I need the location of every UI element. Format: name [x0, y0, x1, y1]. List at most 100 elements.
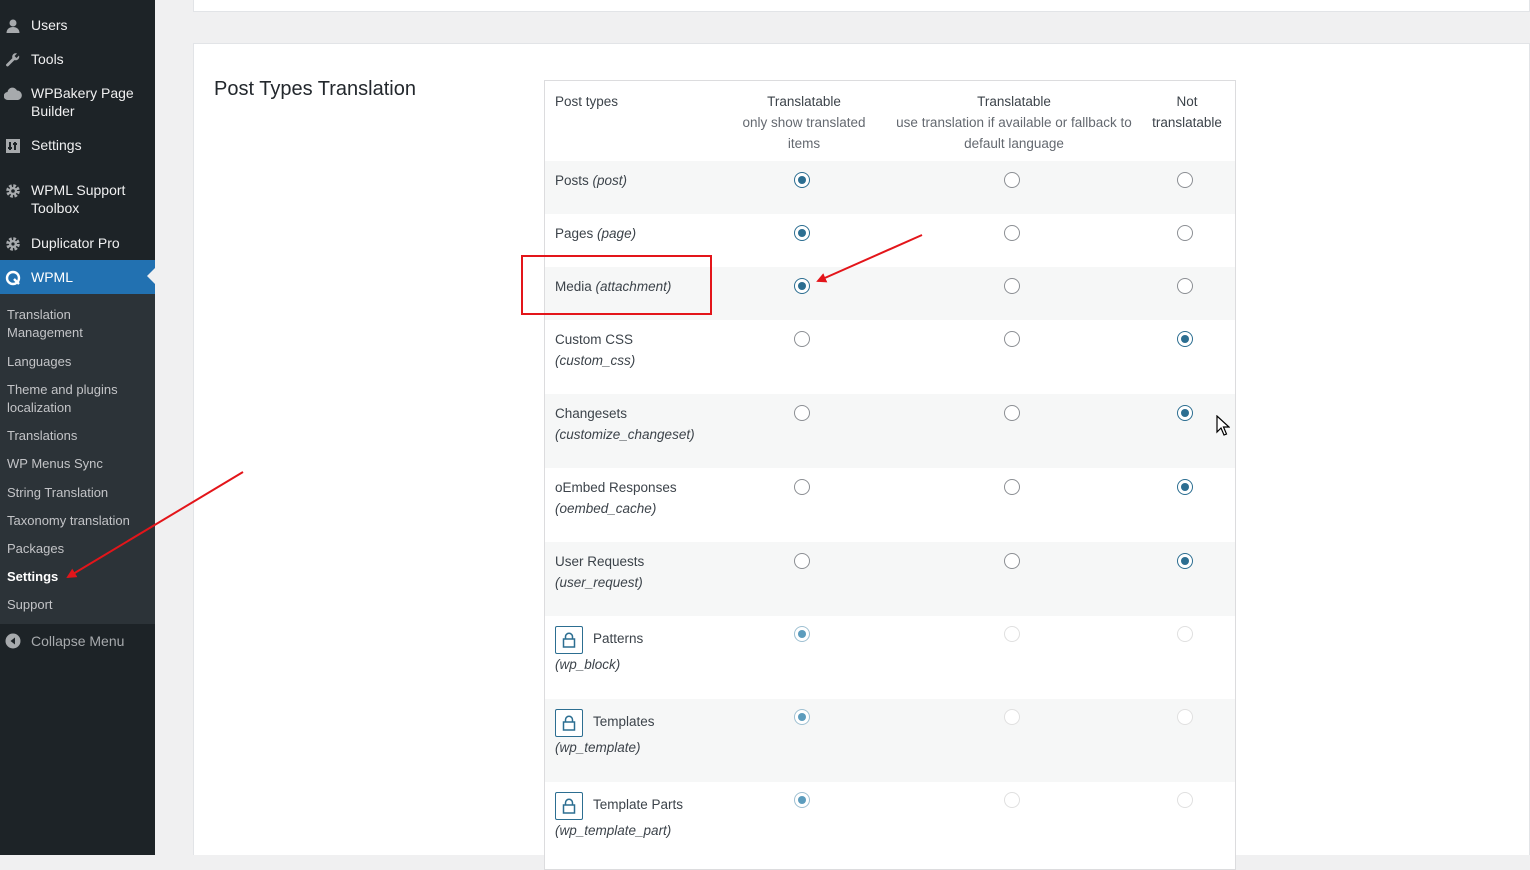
post-type-slug-cell: (wp_block)	[555, 654, 620, 675]
radio-translatable-fallback[interactable]	[1004, 405, 1020, 421]
radio-translatable-fallback[interactable]	[1004, 225, 1020, 241]
sidebar-item-wpml[interactable]: WPML	[0, 260, 155, 294]
radio-translatable-fallback	[1004, 792, 1020, 808]
radio-translatable-only	[794, 626, 810, 642]
header-translatable-only: Translatable only show translated items	[732, 91, 876, 154]
wpml-submenu: Translation Management Languages Theme a…	[0, 294, 155, 624]
radio-translatable-only	[794, 709, 810, 725]
user-icon	[4, 17, 22, 35]
post-type-label: User Requests	[555, 554, 645, 569]
radio-translatable-fallback[interactable]	[1004, 331, 1020, 347]
sidebar-item-label: WPML	[31, 269, 73, 285]
submenu-item-support[interactable]: Support	[7, 596, 147, 614]
submenu-item-theme-localization[interactable]: Theme and plugins localization	[7, 381, 147, 417]
lock-icon[interactable]	[555, 709, 583, 737]
post-type-label: Patterns	[593, 631, 644, 646]
post-type-name: Pages (page)	[555, 223, 636, 244]
sidebar-item-wpbakery[interactable]: WPBakery Page Builder	[0, 84, 155, 120]
radio-translatable-fallback[interactable]	[1004, 278, 1020, 294]
sidebar-item-settings[interactable]: Settings	[0, 136, 155, 155]
radio-not-translatable[interactable]	[1177, 172, 1193, 188]
radio-not-translatable[interactable]	[1177, 553, 1193, 569]
settings-icon	[4, 137, 22, 155]
post-type-slug: (custom_css)	[555, 353, 636, 368]
submenu-item-taxonomy-translation[interactable]: Taxonomy translation	[7, 512, 147, 530]
table-header: Post types Translatable only show transl…	[545, 81, 1235, 162]
wrench-icon	[4, 51, 22, 69]
post-type-label: Template Parts	[593, 797, 684, 812]
submenu-item-translations[interactable]: Translations	[7, 427, 147, 445]
radio-not-translatable[interactable]	[1177, 225, 1193, 241]
radio-not-translatable[interactable]	[1177, 405, 1193, 421]
mouse-cursor-icon	[1216, 415, 1230, 436]
radio-translatable-fallback[interactable]	[1004, 479, 1020, 495]
lock-icon[interactable]	[555, 626, 583, 654]
post-type-slug: (user_request)	[555, 575, 643, 590]
table-row: User Requests (user_request)	[545, 542, 1235, 616]
sidebar-item-label: Settings	[31, 137, 82, 153]
sidebar-item-wpml-support-toolbox[interactable]: WPML Support Toolbox	[0, 181, 155, 217]
post-type-name: Templates	[593, 711, 655, 732]
submenu-item-string-translation[interactable]: String Translation	[7, 484, 147, 502]
radio-translatable-only[interactable]	[794, 405, 810, 421]
table-row: (wp_template_part) Template Parts	[545, 782, 1235, 865]
post-type-label: Posts	[555, 173, 589, 188]
sidebar-item-duplicator-pro[interactable]: Duplicator Pro	[0, 234, 155, 253]
submenu-item-settings[interactable]: Settings	[7, 568, 147, 586]
radio-translatable-fallback[interactable]	[1004, 553, 1020, 569]
radio-translatable-only[interactable]	[794, 172, 810, 188]
sidebar-item-users[interactable]: Users	[0, 16, 155, 35]
post-type-label: Templates	[593, 714, 655, 729]
post-type-slug: (wp_block)	[555, 657, 621, 672]
post-type-slug: (post)	[592, 173, 628, 188]
radio-translatable-fallback	[1004, 626, 1020, 642]
radio-not-translatable[interactable]	[1177, 479, 1193, 495]
header-post-types: Post types	[555, 94, 619, 109]
sidebar-item-tools[interactable]: Tools	[0, 50, 155, 69]
table-row: oEmbed Responses (oembed_cache)	[545, 468, 1235, 542]
radio-not-translatable	[1177, 626, 1193, 642]
wpml-icon	[4, 269, 22, 287]
cloud-icon	[4, 85, 22, 103]
radio-translatable-only[interactable]	[794, 479, 810, 495]
post-type-name: Posts (post)	[555, 170, 627, 191]
post-type-name: oEmbed Responses (oembed_cache)	[555, 477, 677, 519]
radio-translatable-fallback	[1004, 709, 1020, 725]
post-type-label: oEmbed Responses	[555, 480, 677, 495]
collapse-menu-button[interactable]: Collapse Menu	[0, 632, 155, 650]
radio-translatable-only[interactable]	[794, 278, 810, 294]
sidebar-item-label: Tools	[31, 51, 64, 67]
radio-not-translatable[interactable]	[1177, 278, 1193, 294]
post-type-label: Changesets	[555, 406, 628, 421]
table-row: Changesets (customize_changeset)	[545, 394, 1235, 468]
radio-not-translatable[interactable]	[1177, 331, 1193, 347]
radio-translatable-only[interactable]	[794, 225, 810, 241]
post-types-table: Post types Translatable only show transl…	[544, 80, 1236, 870]
gear-icon	[4, 182, 22, 200]
highlight-box	[521, 255, 712, 315]
table-row: Posts (post)	[545, 161, 1235, 214]
table-row: (wp_template) Templates	[545, 699, 1235, 782]
post-type-name: Patterns	[593, 628, 643, 649]
submenu-item-wp-menus-sync[interactable]: WP Menus Sync	[7, 455, 147, 473]
radio-translatable-fallback[interactable]	[1004, 172, 1020, 188]
post-type-label: Custom CSS	[555, 332, 634, 347]
radio-translatable-only[interactable]	[794, 331, 810, 347]
admin-sidebar: Users Tools WPBakery Page Builder Settin…	[0, 0, 155, 855]
post-type-label: Pages	[555, 226, 594, 241]
duplicator-icon	[4, 235, 22, 253]
current-menu-arrow	[147, 268, 155, 284]
sidebar-item-label: Users	[31, 17, 68, 33]
post-type-name: User Requests (user_request)	[555, 551, 644, 593]
settings-card-previous	[193, 0, 1530, 12]
radio-translatable-only[interactable]	[794, 553, 810, 569]
submenu-item-translation-management[interactable]: Translation Management	[7, 306, 147, 342]
submenu-item-languages[interactable]: Languages	[7, 353, 147, 371]
header-subtitle: use translation if available or fallback…	[896, 115, 1132, 151]
radio-not-translatable	[1177, 709, 1193, 725]
lock-icon[interactable]	[555, 792, 583, 820]
radio-translatable-only	[794, 792, 810, 808]
post-type-slug: (customize_changeset)	[555, 427, 695, 442]
submenu-item-packages[interactable]: Packages	[7, 540, 147, 558]
post-type-name: Custom CSS (custom_css)	[555, 329, 635, 371]
